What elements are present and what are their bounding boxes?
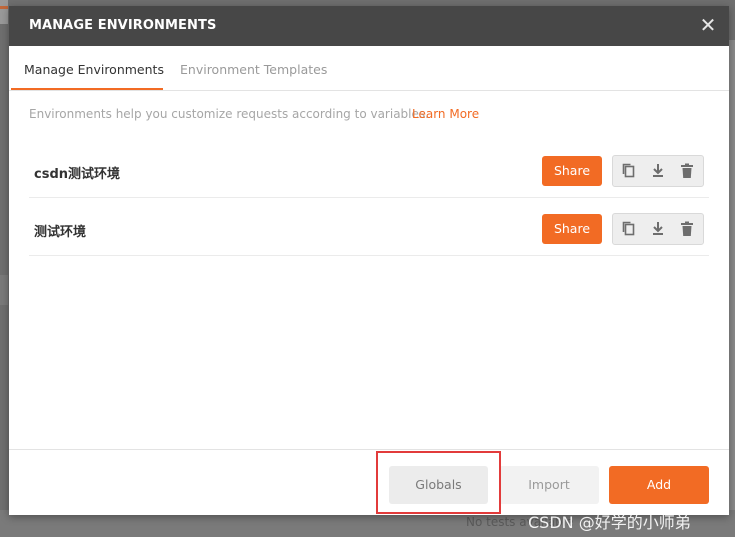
environment-row: csdn测试环境 Share bbox=[29, 140, 709, 198]
import-button[interactable]: Import bbox=[499, 466, 599, 504]
background-strip-mid bbox=[0, 275, 8, 305]
close-icon[interactable]: ✕ bbox=[697, 14, 719, 36]
environment-actions bbox=[612, 155, 704, 187]
learn-more-link[interactable]: Learn More bbox=[412, 107, 479, 121]
trash-icon[interactable] bbox=[677, 219, 697, 239]
environment-actions bbox=[612, 213, 704, 245]
globals-button[interactable]: Globals bbox=[389, 466, 488, 504]
background-strip bbox=[0, 0, 8, 24]
background-right-edge bbox=[729, 40, 735, 510]
share-button[interactable]: Share bbox=[542, 156, 602, 186]
manage-environments-dialog: MANAGE ENVIRONMENTS ✕ Manage Environment… bbox=[9, 6, 729, 515]
environment-name[interactable]: csdn测试环境 bbox=[34, 163, 120, 182]
share-button[interactable]: Share bbox=[542, 214, 602, 244]
download-icon[interactable] bbox=[648, 161, 668, 181]
add-button[interactable]: Add bbox=[609, 466, 709, 504]
tab-manage-environments[interactable]: Manage Environments bbox=[24, 62, 164, 77]
dialog-footer: Globals Import Add bbox=[9, 449, 729, 516]
dialog-header: MANAGE ENVIRONMENTS ✕ bbox=[9, 6, 729, 46]
copy-icon[interactable] bbox=[619, 161, 639, 181]
dialog-title: MANAGE ENVIRONMENTS bbox=[29, 18, 217, 33]
tab-bar: Manage Environments Environment Template… bbox=[9, 46, 729, 91]
tab-environment-templates[interactable]: Environment Templates bbox=[180, 62, 327, 77]
active-tab-indicator bbox=[11, 88, 163, 90]
download-icon[interactable] bbox=[648, 219, 668, 239]
environment-row: 测试环境 Share bbox=[29, 198, 709, 256]
copy-icon[interactable] bbox=[619, 219, 639, 239]
environment-name[interactable]: 测试环境 bbox=[34, 221, 86, 240]
watermark: CSDN @好学的小师弟 bbox=[528, 513, 691, 532]
trash-icon[interactable] bbox=[677, 161, 697, 181]
info-text: Environments help you customize requests… bbox=[29, 107, 429, 121]
background-accent bbox=[0, 6, 8, 9]
